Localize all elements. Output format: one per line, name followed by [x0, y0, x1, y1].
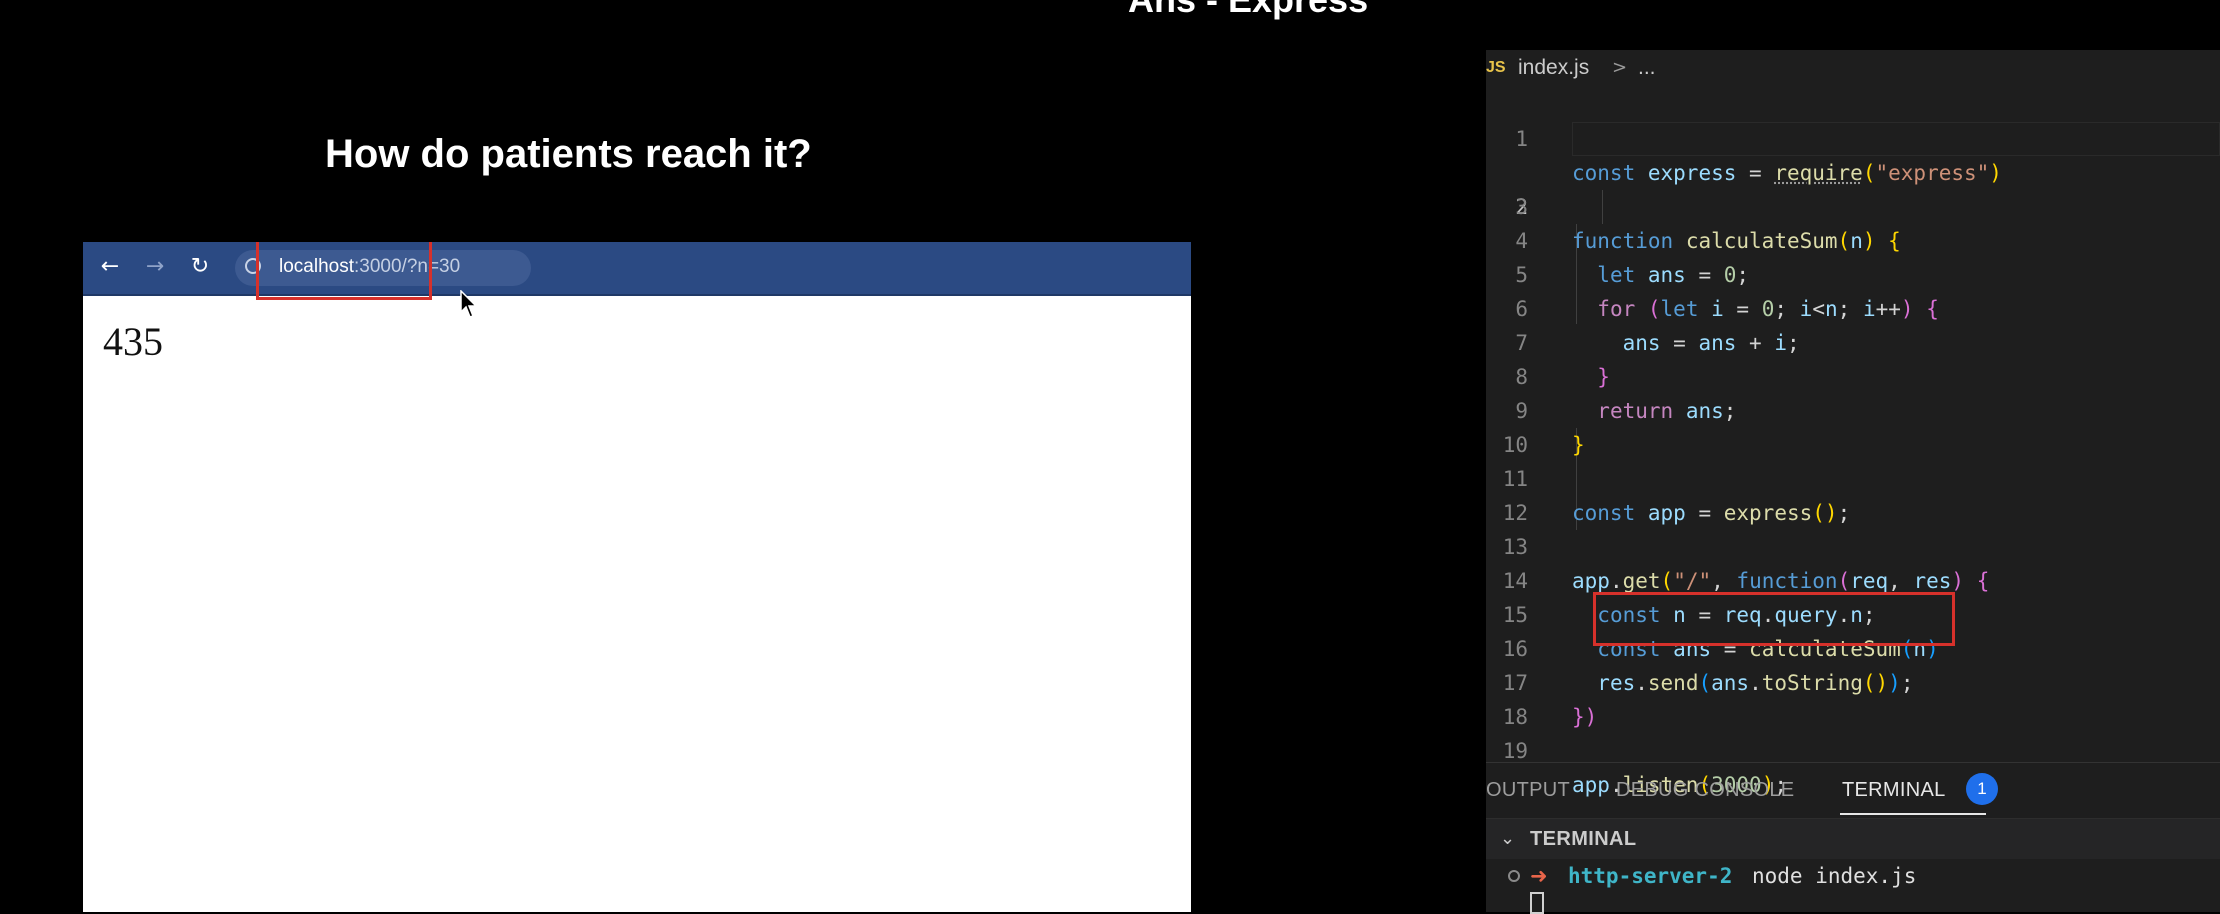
code-editor: JS index.js > ... 1 const express = requ… — [1486, 50, 2220, 914]
slide-title: Ans - Express — [1128, 0, 1368, 22]
code-line-2: 2 — [1486, 122, 2220, 219]
code-line-1: 1 const express = require("express") — [1486, 88, 2220, 185]
breadcrumb-more[interactable]: ... — [1638, 50, 1656, 86]
forward-arrow-icon[interactable]: → — [140, 252, 170, 282]
code-line-5: 5 for (let i = 0; i<n; i++) { — [1486, 224, 2220, 321]
terminal-section-title: TERMINAL — [1530, 828, 1637, 850]
breadcrumb: JS index.js > ... — [1486, 50, 2220, 86]
active-tab-indicator — [1840, 813, 1986, 815]
browser-toolbar: ← → ↻ localhost:3000/?n=30 — [83, 242, 1191, 296]
panel-tabs: OUTPUT DEBUG CONSOLE TERMINAL 1 — [1486, 762, 2220, 819]
chevron-down-icon[interactable]: ⌄ — [1500, 825, 1515, 853]
terminal-command: node index.js — [1752, 864, 1917, 888]
prompt-arrow-icon: ➜ — [1530, 864, 1548, 888]
code-line-4: 4 let ans = 0; — [1486, 190, 2220, 287]
code-line-7: 7 } — [1486, 292, 2220, 389]
code-area[interactable]: 1 const express = require("express") 2 3… — [1486, 88, 2220, 797]
tab-debug-console[interactable]: DEBUG CONSOLE — [1616, 775, 1794, 805]
javascript-file-icon: JS — [1486, 59, 1506, 76]
tab-terminal[interactable]: TERMINAL — [1842, 775, 1946, 805]
terminal-section-header[interactable]: ⌄ TERMINAL — [1486, 818, 2220, 859]
current-line-highlight — [1572, 122, 2220, 156]
browser-window: ← → ↻ localhost:3000/?n=30 435 — [83, 242, 1191, 912]
code-line-14: 14 const n = req.query.n; — [1486, 530, 2220, 627]
code-line-12: 12 — [1486, 462, 2220, 525]
page-output-text: 435 — [103, 319, 163, 364]
breadcrumb-file[interactable]: index.js — [1518, 50, 1589, 86]
breadcrumb-separator-icon: > — [1612, 57, 1628, 78]
reload-icon[interactable]: ↻ — [185, 252, 215, 282]
command-status-circle-icon — [1508, 870, 1520, 882]
code-line-9: 9 } — [1486, 360, 2220, 457]
code-line-18: 18 — [1486, 666, 2220, 729]
code-line-10: 10 — [1486, 394, 2220, 457]
terminal-cursor — [1530, 892, 1544, 914]
code-line-3: 3 function calculateSum(n) { — [1486, 156, 2220, 253]
code-line-13: 13 app.get("/", function(req, res) { — [1486, 496, 2220, 593]
code-line-11: 11 const app = express(); — [1486, 428, 2220, 525]
back-arrow-icon[interactable]: ← — [95, 252, 125, 282]
prompt-directory: http-server-2 — [1568, 864, 1733, 888]
slide-subtitle: How do patients reach it? — [325, 132, 812, 176]
code-line-6: 6 ans = ans + i; — [1486, 258, 2220, 355]
tab-output[interactable]: OUTPUT — [1486, 775, 1570, 805]
code-line-8: 8 return ans; — [1486, 326, 2220, 423]
url-highlight-box — [256, 242, 432, 300]
terminal-output[interactable]: ➜ http-server-2 node index.js — [1486, 858, 2220, 914]
code-line-19: 19 app.listen(3000); — [1486, 700, 2220, 797]
code-highlight-box — [1593, 592, 1955, 646]
terminal-count-badge: 1 — [1966, 773, 1998, 805]
mouse-cursor-icon — [460, 290, 478, 318]
